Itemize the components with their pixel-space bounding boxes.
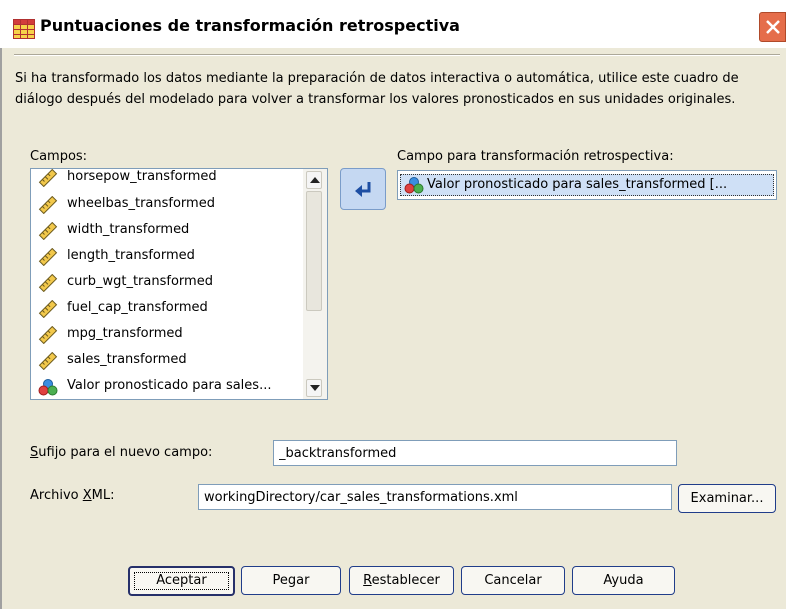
- cancel-button[interactable]: Cancelar: [461, 566, 565, 595]
- list-item[interactable]: wheelbas_transformed: [36, 194, 298, 216]
- ok-button-label: Aceptar: [156, 573, 207, 588]
- paste-button[interactable]: Pegar: [241, 566, 341, 595]
- reset-button-text: establecer: [371, 573, 440, 588]
- suffix-input[interactable]: [274, 441, 676, 465]
- help-button-label: Ayuda: [603, 573, 644, 588]
- arrow-down-icon: [310, 385, 320, 391]
- ruler-icon: [38, 222, 58, 240]
- cancel-button-label: Cancelar: [484, 573, 542, 588]
- arrow-up-icon: [310, 177, 320, 183]
- ruler-icon: [38, 352, 58, 370]
- paste-button-label: Pegar: [272, 573, 310, 588]
- list-item-label: wheelbas_transformed: [67, 196, 215, 211]
- list-item-label: curb_wgt_transformed: [67, 274, 213, 289]
- spss-grid-icon: [13, 19, 35, 39]
- list-item-label: sales_transformed: [67, 352, 187, 367]
- list-item[interactable]: fuel_cap_transformed: [36, 298, 298, 320]
- browse-button[interactable]: Examinar...: [678, 484, 776, 513]
- target-field-item[interactable]: Valor pronosticado para sales_transforme…: [400, 174, 774, 196]
- list-item-label: mpg_transformed: [67, 326, 183, 341]
- reset-button[interactable]: Restablecer: [349, 566, 454, 595]
- list-item-label: fuel_cap_transformed: [67, 300, 208, 315]
- list-item[interactable]: length_transformed: [36, 246, 298, 268]
- suffix-field[interactable]: [273, 440, 677, 466]
- target-field-list[interactable]: Valor pronosticado para sales_transforme…: [397, 170, 777, 200]
- xml-file-label-rest: ML:: [91, 488, 115, 503]
- close-button[interactable]: [759, 12, 786, 42]
- list-item[interactable]: horsepow_transformed: [36, 169, 298, 189]
- window-frame: [0, 48, 2, 609]
- ruler-icon: [38, 248, 58, 266]
- scroll-down-button[interactable]: [306, 379, 322, 397]
- window-title: Puntuaciones de transformación retrospec…: [40, 16, 460, 35]
- close-icon: [766, 20, 780, 34]
- nominal-balls-icon: [404, 177, 424, 194]
- move-field-button[interactable]: [340, 168, 386, 210]
- suffix-label: Sufijo para el nuevo campo:: [30, 445, 212, 460]
- reset-button-label: Restablecer: [363, 573, 440, 588]
- fields-label: Campos:: [30, 149, 88, 164]
- list-item-label: width_transformed: [67, 222, 190, 237]
- xml-file-field[interactable]: [198, 484, 672, 510]
- ruler-icon: [38, 326, 58, 344]
- scroll-thumb[interactable]: [306, 191, 322, 311]
- list-item-label: horsepow_transformed: [67, 169, 217, 184]
- nominal-balls-icon: [38, 379, 58, 396]
- reset-button-mnemonic: R: [363, 573, 372, 588]
- ruler-icon: [38, 300, 58, 318]
- list-item[interactable]: curb_wgt_transformed: [36, 272, 298, 294]
- scroll-up-button[interactable]: [306, 171, 322, 189]
- list-item[interactable]: width_transformed: [36, 220, 298, 242]
- ruler-icon: [38, 274, 58, 292]
- fields-list[interactable]: horsepow_transformed wheelbas_transforme…: [30, 168, 328, 400]
- xml-file-label: Archivo XML:: [30, 488, 114, 503]
- target-field-value: Valor pronosticado para sales_transforme…: [427, 177, 728, 192]
- ok-button[interactable]: Aceptar: [128, 566, 235, 596]
- xml-file-input[interactable]: [199, 485, 671, 509]
- target-field-label: Campo para transformación retrospectiva:: [397, 149, 674, 164]
- help-button[interactable]: Ayuda: [572, 566, 675, 595]
- list-item[interactable]: sales_transformed: [36, 350, 298, 372]
- title-bar: Puntuaciones de transformación retrospec…: [0, 0, 786, 48]
- arrow-left-return-icon: [355, 182, 371, 197]
- xml-file-label-mnemonic: X: [82, 488, 92, 503]
- list-item-label: length_transformed: [67, 248, 195, 263]
- suffix-label-text: ufijo para el nuevo campo:: [38, 445, 213, 460]
- xml-file-label-text: Archivo: [30, 488, 83, 503]
- browse-button-label: Examinar...: [690, 491, 764, 506]
- fields-scrollbar[interactable]: [303, 169, 327, 399]
- list-item-label: Valor pronosticado para sales...: [67, 378, 272, 393]
- list-item[interactable]: mpg_transformed: [36, 324, 298, 346]
- list-item[interactable]: Valor pronosticado para sales...: [36, 376, 298, 398]
- divider: [14, 54, 780, 56]
- dialog-description: Si ha transformado los datos mediante la…: [15, 71, 739, 107]
- ruler-icon: [38, 196, 58, 214]
- ruler-icon: [38, 169, 58, 187]
